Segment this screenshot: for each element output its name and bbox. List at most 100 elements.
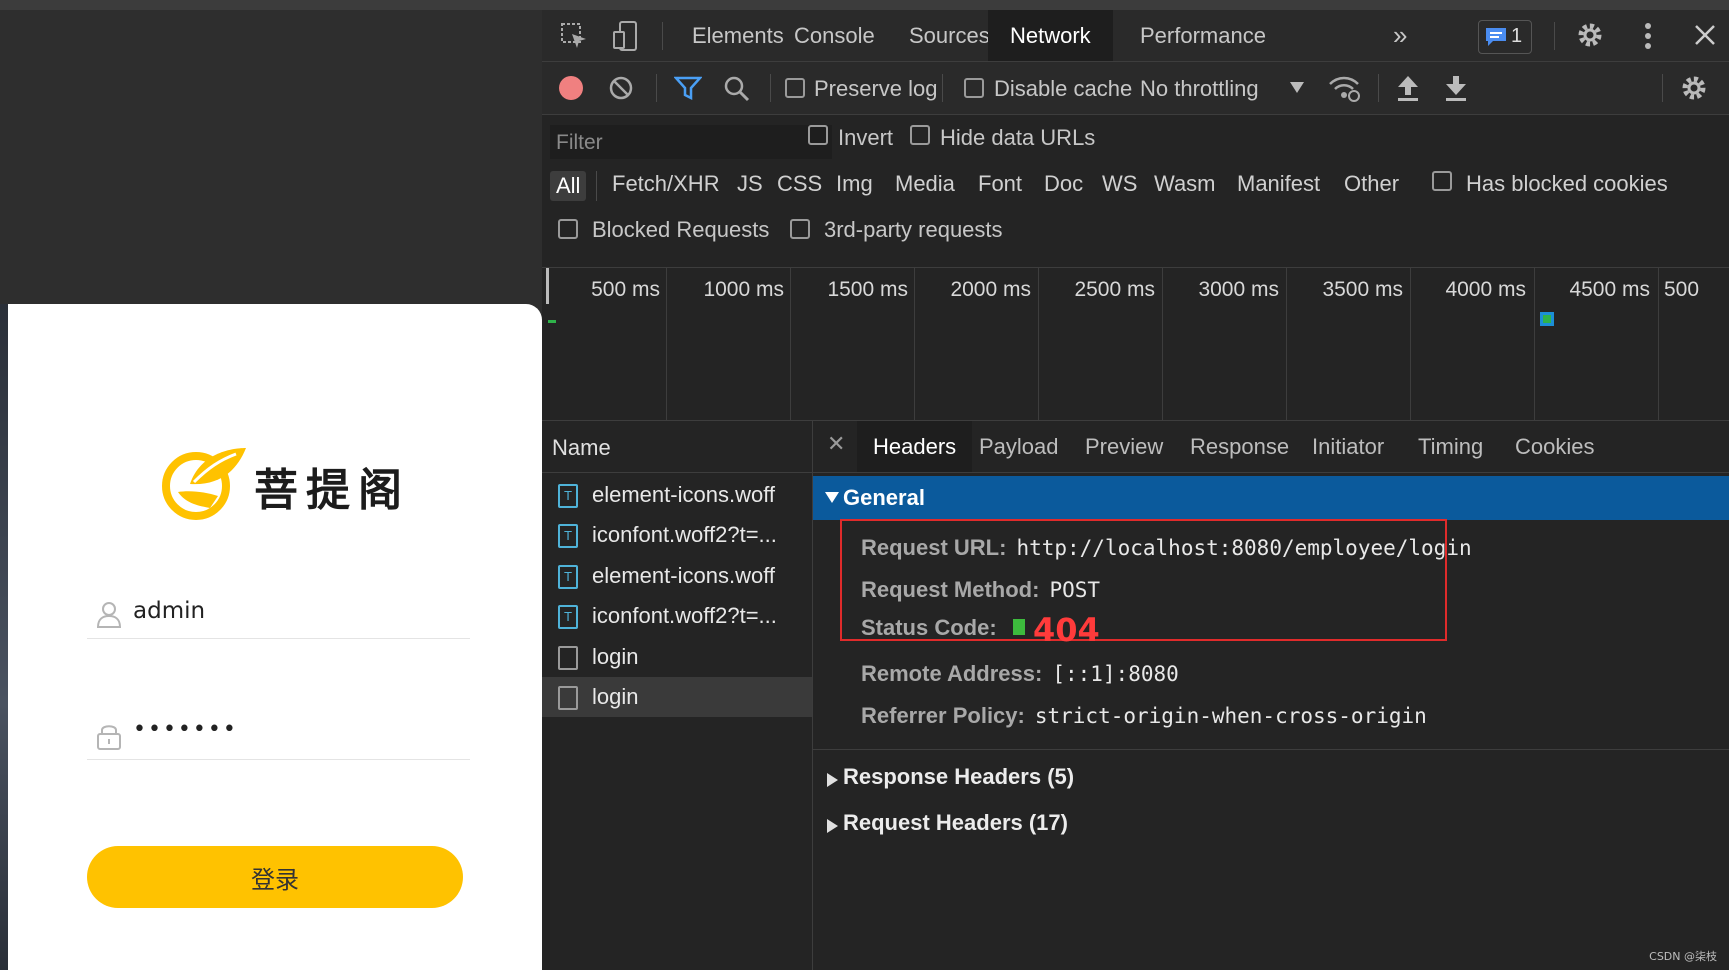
- password-field[interactable]: •••••••: [87, 709, 470, 760]
- username-field[interactable]: admin: [87, 588, 470, 639]
- request-row[interactable]: T iconfont.woff2?t=...: [542, 515, 812, 555]
- remote-address-value: [::1]:8080: [1052, 662, 1179, 686]
- filter-type-font[interactable]: Font: [978, 171, 1022, 197]
- network-settings-icon[interactable]: [1680, 74, 1708, 102]
- request-list: Name T element-icons.woff T iconfont.wof…: [542, 421, 813, 970]
- page-edge: [0, 304, 8, 970]
- request-row-selected[interactable]: login: [542, 677, 812, 717]
- username-value[interactable]: admin: [133, 598, 205, 624]
- tab-timing[interactable]: Timing: [1402, 421, 1499, 472]
- tab-network[interactable]: Network: [988, 10, 1113, 61]
- tab-console[interactable]: Console: [772, 10, 897, 61]
- remote-address-row: Remote Address: [::1]:8080: [861, 661, 1179, 687]
- timeline-gridline: [1534, 268, 1535, 420]
- filter-type-wasm[interactable]: Wasm: [1154, 171, 1216, 197]
- top-strip: [0, 0, 1729, 10]
- timeline-request-bar: [1540, 312, 1554, 326]
- response-headers-title: Response Headers (5): [843, 764, 1075, 789]
- timeline-tick-label: 3000 ms: [1198, 278, 1279, 301]
- tab-headers[interactable]: Headers: [857, 421, 973, 472]
- tab-preview[interactable]: Preview: [1069, 421, 1179, 472]
- request-headers-section[interactable]: Request Headers (17): [813, 805, 1729, 845]
- request-url-value[interactable]: http://localhost:8080/employee/login: [1016, 536, 1471, 560]
- search-icon[interactable]: [724, 76, 750, 102]
- has-blocked-cookies-label: Has blocked cookies: [1466, 171, 1668, 196]
- issues-count: 1: [1511, 25, 1523, 47]
- filter-icon[interactable]: [674, 76, 702, 100]
- tab-cookies[interactable]: Cookies: [1499, 421, 1610, 472]
- timeline-request-bar: [548, 320, 556, 323]
- upload-icon[interactable]: [1396, 74, 1420, 102]
- gear-icon[interactable]: [1576, 21, 1604, 49]
- inspect-element-icon[interactable]: [560, 22, 588, 50]
- timeline-tick-label: 500 ms: [591, 278, 660, 301]
- response-headers-section[interactable]: Response Headers (5): [813, 759, 1729, 799]
- document-icon: [558, 646, 578, 670]
- clear-icon[interactable]: [608, 75, 634, 101]
- leaf-logo-icon: [162, 448, 246, 520]
- kebab-menu-icon[interactable]: [1644, 22, 1652, 50]
- tab-initiator[interactable]: Initiator: [1296, 421, 1400, 472]
- font-file-icon: T: [558, 484, 578, 508]
- general-section-header[interactable]: General: [813, 476, 1729, 520]
- font-file-icon: T: [558, 565, 578, 589]
- filter-input[interactable]: Filter: [550, 125, 832, 159]
- tab-response[interactable]: Response: [1174, 421, 1305, 472]
- filter-type-doc[interactable]: Doc: [1044, 171, 1083, 197]
- issues-badge[interactable]: 1: [1478, 20, 1532, 54]
- blocked-requests-checkbox[interactable]: [558, 219, 578, 239]
- timeline-gridline: [1038, 268, 1039, 420]
- more-tabs-button[interactable]: »: [1371, 10, 1429, 61]
- record-icon[interactable]: [558, 75, 584, 101]
- timeline-cursor[interactable]: [546, 268, 549, 304]
- hide-data-urls-checkbox[interactable]: [910, 125, 930, 145]
- separator: [942, 74, 943, 102]
- separator: [770, 74, 771, 102]
- timeline-gridline: [1658, 268, 1659, 420]
- chevron-down-icon[interactable]: [1290, 82, 1304, 94]
- invert-checkbox[interactable]: [808, 125, 828, 145]
- timeline-tick-label: 3500 ms: [1322, 278, 1403, 301]
- network-overview-timeline[interactable]: 500 ms 1000 ms 1500 ms 2000 ms 2500 ms 3…: [542, 268, 1729, 421]
- filter-type-css[interactable]: CSS: [777, 171, 822, 197]
- separator: [656, 74, 657, 102]
- filter-type-js[interactable]: JS: [737, 171, 763, 197]
- request-row[interactable]: T iconfont.woff2?t=...: [542, 596, 812, 636]
- brand-logo: 菩提阁: [160, 444, 420, 520]
- hide-data-urls-label: Hide data URLs: [940, 125, 1096, 150]
- timeline-gridline: [914, 268, 915, 420]
- request-row[interactable]: T element-icons.woff: [542, 475, 812, 515]
- referrer-policy-value: strict-origin-when-cross-origin: [1034, 704, 1427, 728]
- filter-type-img[interactable]: Img: [836, 171, 873, 197]
- preserve-log-checkbox[interactable]: [785, 78, 805, 98]
- login-button[interactable]: 登录: [87, 846, 463, 908]
- tab-payload[interactable]: Payload: [963, 421, 1075, 472]
- filter-type-fetch-xhr[interactable]: Fetch/XHR: [612, 171, 720, 197]
- has-blocked-cookies-checkbox[interactable]: [1432, 171, 1452, 191]
- network-conditions-icon[interactable]: [1328, 74, 1360, 102]
- request-name: iconfont.woff2?t=...: [592, 522, 777, 547]
- third-party-checkbox[interactable]: [790, 219, 810, 239]
- throttling-select[interactable]: No throttling: [1140, 76, 1259, 102]
- filter-type-ws[interactable]: WS: [1102, 171, 1137, 197]
- filter-type-all[interactable]: All: [550, 171, 587, 201]
- timeline-gridline: [666, 268, 667, 420]
- network-toolbar: Preserve log Disable cache No throttling: [542, 62, 1729, 115]
- device-toolbar-icon[interactable]: [612, 20, 640, 52]
- filter-type-media[interactable]: Media: [895, 171, 955, 197]
- name-column-header[interactable]: Name: [542, 421, 812, 473]
- expanded-triangle-icon: [825, 492, 839, 503]
- close-icon[interactable]: [1694, 24, 1716, 46]
- close-detail-icon[interactable]: ✕: [827, 431, 845, 457]
- preserve-log-label: Preserve log: [814, 76, 938, 101]
- request-row[interactable]: T element-icons.woff: [542, 556, 812, 596]
- request-row[interactable]: login: [542, 637, 812, 677]
- password-value[interactable]: •••••••: [133, 717, 238, 742]
- filter-type-manifest[interactable]: Manifest: [1237, 171, 1320, 197]
- download-icon[interactable]: [1444, 74, 1468, 102]
- tab-performance[interactable]: Performance: [1118, 10, 1288, 61]
- disable-cache-checkbox[interactable]: [964, 78, 984, 98]
- filter-type-other[interactable]: Other: [1344, 171, 1399, 197]
- request-method-row: Request Method: POST: [861, 577, 1100, 603]
- user-icon: [96, 602, 122, 628]
